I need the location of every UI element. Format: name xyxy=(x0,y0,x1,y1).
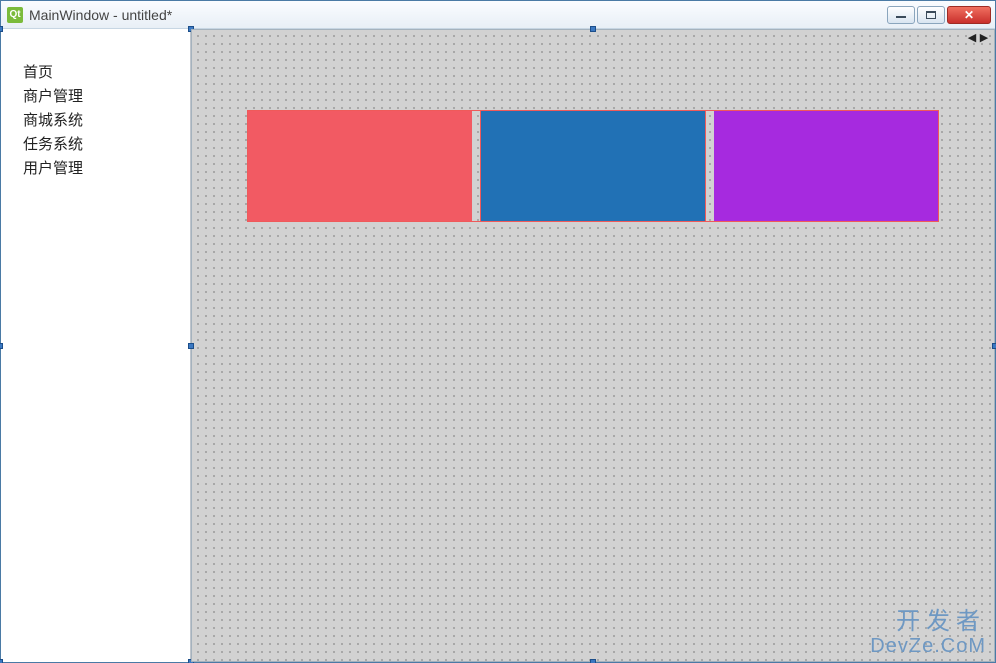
app-window: Qt MainWindow - untitled* ✕ 首页 商户管理 商城系统… xyxy=(0,0,996,663)
maximize-button[interactable] xyxy=(917,6,945,24)
sidebar-tree[interactable]: 首页 商户管理 商城系统 任务系统 用户管理 xyxy=(1,29,191,662)
sidebar-item-user[interactable]: 用户管理 xyxy=(23,157,190,181)
resize-handle-icon[interactable] xyxy=(188,343,194,349)
title-bar[interactable]: Qt MainWindow - untitled* ✕ xyxy=(1,1,995,29)
close-button[interactable]: ✕ xyxy=(947,6,991,24)
color-row-layout[interactable] xyxy=(247,110,939,222)
blue-block[interactable] xyxy=(481,111,705,221)
resize-handle-icon[interactable] xyxy=(0,343,3,349)
sidebar-item-task[interactable]: 任务系统 xyxy=(23,133,190,157)
watermark-line-2: DevZe.CoM xyxy=(870,635,986,657)
purple-block[interactable] xyxy=(714,111,938,221)
cell-1 xyxy=(248,111,472,221)
cell-3 xyxy=(714,111,938,221)
maximize-icon xyxy=(926,11,936,19)
watermark-line-1: 开发者 xyxy=(870,609,986,635)
tab-scroll-left-button[interactable]: ◀ xyxy=(966,32,978,44)
sidebar-item-home[interactable]: 首页 xyxy=(23,61,190,85)
resize-handle-icon[interactable] xyxy=(0,26,3,32)
cell-2 xyxy=(480,111,706,221)
tab-scroll-group: ◀ ▶ xyxy=(966,32,990,44)
close-icon: ✕ xyxy=(964,9,974,21)
minimize-button[interactable] xyxy=(887,6,915,24)
sidebar-item-merchant[interactable]: 商户管理 xyxy=(23,85,190,109)
resize-handle-icon[interactable] xyxy=(992,343,996,349)
watermark: 开发者 DevZe.CoM xyxy=(870,609,986,657)
design-canvas[interactable]: ◀ ▶ 开发者 DevZe.CoM xyxy=(191,29,995,662)
resize-handle-icon[interactable] xyxy=(590,26,596,32)
qt-logo-icon: Qt xyxy=(7,7,23,23)
tab-scroll-right-button[interactable]: ▶ xyxy=(978,32,990,44)
minimize-icon xyxy=(896,16,906,18)
client-area: 首页 商户管理 商城系统 任务系统 用户管理 ◀ ▶ xyxy=(1,29,995,662)
sidebar-item-mall[interactable]: 商城系统 xyxy=(23,109,190,133)
resize-handle-icon[interactable] xyxy=(590,659,596,663)
window-title: MainWindow - untitled* xyxy=(29,7,172,23)
resize-handle-icon[interactable] xyxy=(0,659,3,663)
red-block[interactable] xyxy=(248,111,472,221)
sidebar-inner: 首页 商户管理 商城系统 任务系统 用户管理 xyxy=(1,29,190,181)
